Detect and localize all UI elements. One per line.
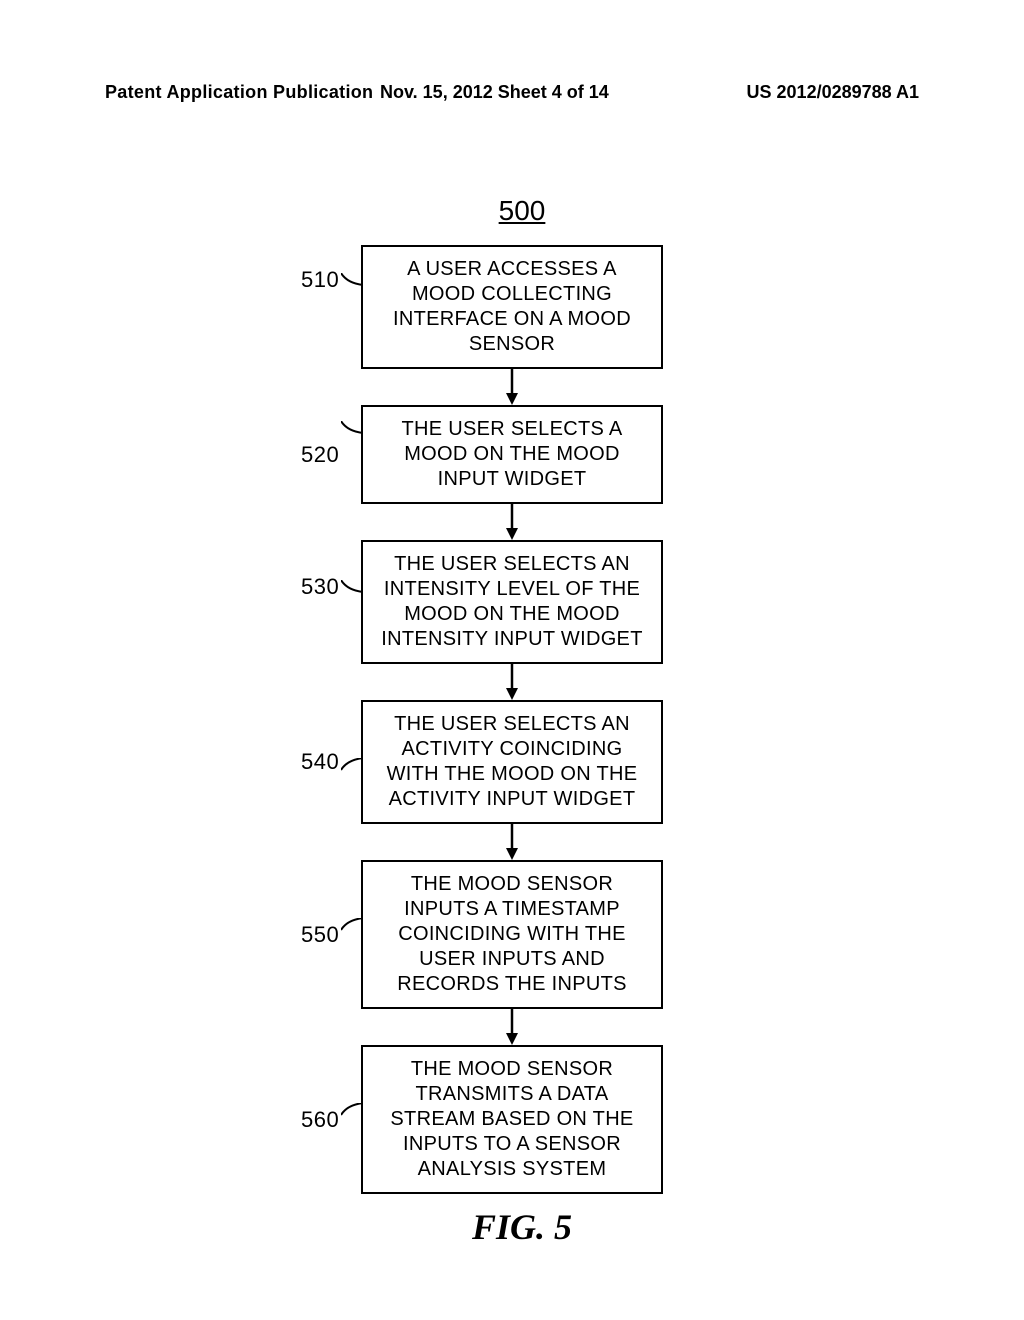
step-label-560: 560 xyxy=(301,1107,339,1133)
arrow-550-560 xyxy=(504,1009,520,1045)
leader-line-510 xyxy=(341,273,363,287)
step-box-560: THE MOOD SENSOR TRANSMITS A DATA STREAM … xyxy=(361,1045,663,1194)
step-row-530: 530 THE USER SELECTS AN INTENSITY LEVEL … xyxy=(361,540,663,664)
leader-line-540 xyxy=(341,758,363,772)
step-box-530: THE USER SELECTS AN INTENSITY LEVEL OF T… xyxy=(361,540,663,664)
leader-line-520 xyxy=(341,421,363,435)
step-row-520: 520 THE USER SELECTS A MOOD ON THE MOOD … xyxy=(361,405,663,504)
figure-caption: FIG. 5 xyxy=(472,1206,572,1248)
header-right: US 2012/0289788 A1 xyxy=(747,82,919,103)
step-row-550: 550 THE MOOD SENSOR INPUTS A TIMESTAMP C… xyxy=(361,860,663,1009)
page-header: Patent Application Publication Nov. 15, … xyxy=(0,82,1024,103)
arrow-540-550 xyxy=(504,824,520,860)
header-center: Nov. 15, 2012 Sheet 4 of 14 xyxy=(380,82,609,103)
step-box-510: A USER ACCESSES A MOOD COLLECTING INTERF… xyxy=(361,245,663,369)
step-label-550: 550 xyxy=(301,922,339,948)
flow-container: 510 A USER ACCESSES A MOOD COLLECTING IN… xyxy=(361,245,663,1194)
arrow-520-530 xyxy=(504,504,520,540)
leader-line-560 xyxy=(341,1103,363,1117)
step-row-540: 540 THE USER SELECTS AN ACTIVITY COINCID… xyxy=(361,700,663,824)
step-box-540: THE USER SELECTS AN ACTIVITY COINCIDING … xyxy=(361,700,663,824)
flowchart-diagram: 500 510 A USER ACCESSES A MOOD COLLECTIN… xyxy=(0,195,1024,1248)
step-label-510: 510 xyxy=(301,267,339,293)
leader-line-550 xyxy=(341,918,363,932)
step-label-530: 530 xyxy=(301,574,339,600)
leader-line-530 xyxy=(341,580,363,594)
step-row-560: 560 THE MOOD SENSOR TRANSMITS A DATA STR… xyxy=(361,1045,663,1194)
step-row-510: 510 A USER ACCESSES A MOOD COLLECTING IN… xyxy=(361,245,663,369)
step-label-520: 520 xyxy=(301,442,339,468)
header-left: Patent Application Publication xyxy=(105,82,373,103)
figure-number: 500 xyxy=(499,195,546,227)
step-box-550: THE MOOD SENSOR INPUTS A TIMESTAMP COINC… xyxy=(361,860,663,1009)
step-box-520: THE USER SELECTS A MOOD ON THE MOOD INPU… xyxy=(361,405,663,504)
step-label-540: 540 xyxy=(301,749,339,775)
arrow-530-540 xyxy=(504,664,520,700)
arrow-510-520 xyxy=(504,369,520,405)
